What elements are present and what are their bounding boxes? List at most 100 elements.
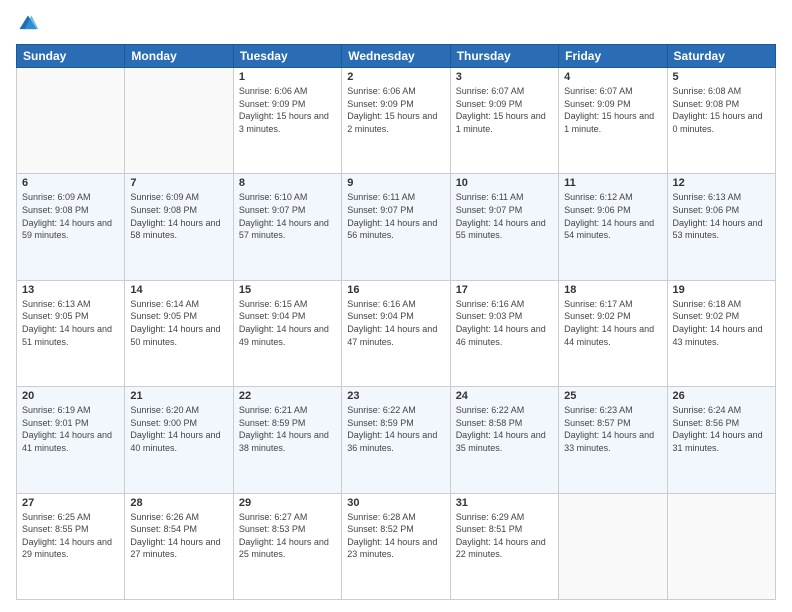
calendar: SundayMondayTuesdayWednesdayThursdayFrid…: [16, 44, 776, 600]
day-number: 24: [456, 390, 553, 402]
day-info: Sunrise: 6:16 AMSunset: 9:03 PMDaylight:…: [456, 298, 553, 348]
calendar-week-3: 13 Sunrise: 6:13 AMSunset: 9:05 PMDayligh…: [17, 280, 776, 386]
day-number: 2: [347, 71, 444, 83]
calendar-cell: 17Sunrise: 6:16 AMSunset: 9:03 PMDayligh…: [450, 280, 558, 386]
day-info: Sunrise: 6:14 AMSunset: 9:05 PMDaylight:…: [130, 298, 227, 348]
day-number: 9: [347, 177, 444, 189]
weekday-header-sunday: Sunday: [17, 45, 125, 68]
calendar-cell: 9 Sunrise: 6:11 AMSunset: 9:07 PMDaylight…: [342, 174, 450, 280]
calendar-cell: [667, 493, 775, 599]
calendar-cell: 25Sunrise: 6:23 AMSunset: 8:57 PMDayligh…: [559, 387, 667, 493]
calendar-cell: 27Sunrise: 6:25 AMSunset: 8:55 PMDayligh…: [17, 493, 125, 599]
calendar-cell: 22 Sunrise: 6:21 AMSunset: 8:59 PMDayligh…: [233, 387, 341, 493]
day-number: 22: [239, 390, 336, 402]
day-number: 1: [239, 71, 336, 83]
calendar-cell: 15 Sunrise: 6:15 AMSunset: 9:04 PMDayligh…: [233, 280, 341, 386]
day-number: 14: [130, 284, 227, 296]
day-number: 6: [22, 177, 119, 189]
calendar-week-1: 1 Sunrise: 6:06 AMSunset: 9:09 PMDaylight…: [17, 68, 776, 174]
calendar-cell: 18Sunrise: 6:17 AMSunset: 9:02 PMDayligh…: [559, 280, 667, 386]
day-info: Sunrise: 6:11 AMSunset: 9:07 PMDaylight:…: [456, 191, 553, 241]
calendar-cell: 6 Sunrise: 6:09 AMSunset: 9:08 PMDaylight…: [17, 174, 125, 280]
day-number: 11: [564, 177, 661, 189]
day-info: Sunrise: 6:13 AMSunset: 9:05 PMDaylight:…: [22, 298, 119, 348]
calendar-cell: 16 Sunrise: 6:16 AMSunset: 9:04 PMDayligh…: [342, 280, 450, 386]
calendar-cell: 2 Sunrise: 6:06 AMSunset: 9:09 PMDaylight…: [342, 68, 450, 174]
page: SundayMondayTuesdayWednesdayThursdayFrid…: [0, 0, 792, 612]
day-info: Sunrise: 6:21 AMSunset: 8:59 PMDaylight:…: [239, 404, 336, 454]
day-number: 18: [564, 284, 661, 296]
day-number: 26: [673, 390, 770, 402]
day-number: 29: [239, 497, 336, 509]
day-info: Sunrise: 6:28 AMSunset: 8:52 PMDaylight:…: [347, 511, 444, 561]
day-info: Sunrise: 6:13 AMSunset: 9:06 PMDaylight:…: [673, 191, 770, 241]
day-number: 13: [22, 284, 119, 296]
day-info: Sunrise: 6:20 AMSunset: 9:00 PMDaylight:…: [130, 404, 227, 454]
day-info: Sunrise: 6:08 AMSunset: 9:08 PMDaylight:…: [673, 85, 770, 135]
weekday-header-row: SundayMondayTuesdayWednesdayThursdayFrid…: [17, 45, 776, 68]
day-info: Sunrise: 6:11 AMSunset: 9:07 PMDaylight:…: [347, 191, 444, 241]
calendar-cell: 26 Sunrise: 6:24 AMSunset: 8:56 PMDayligh…: [667, 387, 775, 493]
weekday-header-tuesday: Tuesday: [233, 45, 341, 68]
calendar-cell: 29 Sunrise: 6:27 AMSunset: 8:53 PMDayligh…: [233, 493, 341, 599]
day-info: Sunrise: 6:10 AMSunset: 9:07 PMDaylight:…: [239, 191, 336, 241]
day-number: 5: [673, 71, 770, 83]
calendar-cell: 10 Sunrise: 6:11 AMSunset: 9:07 PMDayligh…: [450, 174, 558, 280]
calendar-cell: 3 Sunrise: 6:07 AMSunset: 9:09 PMDaylight…: [450, 68, 558, 174]
day-number: 19: [673, 284, 770, 296]
day-number: 28: [130, 497, 227, 509]
calendar-cell: 5 Sunrise: 6:08 AMSunset: 9:08 PMDaylight…: [667, 68, 775, 174]
day-number: 3: [456, 71, 553, 83]
calendar-cell: 28Sunrise: 6:26 AMSunset: 8:54 PMDayligh…: [125, 493, 233, 599]
calendar-cell: 1Sunrise: 6:06 AMSunset: 9:09 PMDaylight…: [233, 68, 341, 174]
logo-icon: [16, 12, 40, 36]
calendar-cell: 20 Sunrise: 6:19 AMSunset: 9:01 PMDayligh…: [17, 387, 125, 493]
day-number: 8: [239, 177, 336, 189]
day-number: 20: [22, 390, 119, 402]
weekday-header-monday: Monday: [125, 45, 233, 68]
day-info: Sunrise: 6:24 AMSunset: 8:56 PMDaylight:…: [673, 404, 770, 454]
weekday-header-friday: Friday: [559, 45, 667, 68]
day-info: Sunrise: 6:12 AMSunset: 9:06 PMDaylight:…: [564, 191, 661, 241]
calendar-cell: 4Sunrise: 6:07 AMSunset: 9:09 PMDaylight…: [559, 68, 667, 174]
weekday-header-thursday: Thursday: [450, 45, 558, 68]
day-info: Sunrise: 6:22 AMSunset: 8:59 PMDaylight:…: [347, 404, 444, 454]
day-info: Sunrise: 6:07 AMSunset: 9:09 PMDaylight:…: [456, 85, 553, 135]
calendar-cell: 14 Sunrise: 6:14 AMSunset: 9:05 PMDayligh…: [125, 280, 233, 386]
calendar-cell: 13 Sunrise: 6:13 AMSunset: 9:05 PMDayligh…: [17, 280, 125, 386]
day-info: Sunrise: 6:27 AMSunset: 8:53 PMDaylight:…: [239, 511, 336, 561]
calendar-cell: [125, 68, 233, 174]
day-info: Sunrise: 6:25 AMSunset: 8:55 PMDaylight:…: [22, 511, 119, 561]
calendar-cell: 19 Sunrise: 6:18 AMSunset: 9:02 PMDayligh…: [667, 280, 775, 386]
day-number: 16: [347, 284, 444, 296]
weekday-header-saturday: Saturday: [667, 45, 775, 68]
day-number: 31: [456, 497, 553, 509]
day-info: Sunrise: 6:22 AMSunset: 8:58 PMDaylight:…: [456, 404, 553, 454]
day-number: 21: [130, 390, 227, 402]
header: [16, 12, 776, 36]
day-info: Sunrise: 6:15 AMSunset: 9:04 PMDaylight:…: [239, 298, 336, 348]
logo: [16, 12, 44, 36]
day-info: Sunrise: 6:06 AMSunset: 9:09 PMDaylight:…: [347, 85, 444, 135]
day-number: 7: [130, 177, 227, 189]
calendar-cell: 23 Sunrise: 6:22 AMSunset: 8:59 PMDayligh…: [342, 387, 450, 493]
calendar-cell: 8 Sunrise: 6:10 AMSunset: 9:07 PMDaylight…: [233, 174, 341, 280]
day-info: Sunrise: 6:09 AMSunset: 9:08 PMDaylight:…: [22, 191, 119, 241]
day-info: Sunrise: 6:09 AMSunset: 9:08 PMDaylight:…: [130, 191, 227, 241]
day-info: Sunrise: 6:29 AMSunset: 8:51 PMDaylight:…: [456, 511, 553, 561]
day-number: 4: [564, 71, 661, 83]
calendar-cell: [17, 68, 125, 174]
day-number: 15: [239, 284, 336, 296]
calendar-cell: 24 Sunrise: 6:22 AMSunset: 8:58 PMDayligh…: [450, 387, 558, 493]
day-info: Sunrise: 6:16 AMSunset: 9:04 PMDaylight:…: [347, 298, 444, 348]
calendar-cell: 7 Sunrise: 6:09 AMSunset: 9:08 PMDaylight…: [125, 174, 233, 280]
day-info: Sunrise: 6:23 AMSunset: 8:57 PMDaylight:…: [564, 404, 661, 454]
day-info: Sunrise: 6:18 AMSunset: 9:02 PMDaylight:…: [673, 298, 770, 348]
calendar-cell: 11 Sunrise: 6:12 AMSunset: 9:06 PMDayligh…: [559, 174, 667, 280]
calendar-cell: 21 Sunrise: 6:20 AMSunset: 9:00 PMDayligh…: [125, 387, 233, 493]
day-info: Sunrise: 6:19 AMSunset: 9:01 PMDaylight:…: [22, 404, 119, 454]
day-number: 30: [347, 497, 444, 509]
calendar-week-2: 6 Sunrise: 6:09 AMSunset: 9:08 PMDaylight…: [17, 174, 776, 280]
day-number: 23: [347, 390, 444, 402]
day-number: 10: [456, 177, 553, 189]
